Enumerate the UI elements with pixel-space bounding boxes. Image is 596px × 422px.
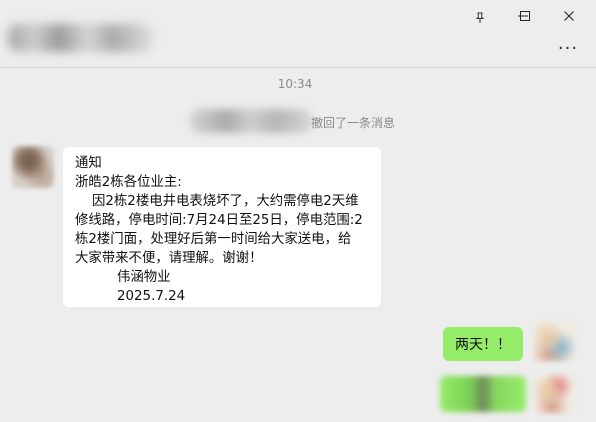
close-button[interactable] [552,0,586,32]
notice-salutation: 浙皓2栋各位业主: [75,175,182,190]
notice-heading: 通知 [75,156,102,171]
notice-date: 2025.7.24 [117,289,186,304]
title-bar: ··· [0,0,596,68]
sender-avatar[interactable] [12,146,54,188]
notice-body-line: 栋2楼门面，处理好后第一时间给大家送电，给 [75,232,352,247]
chat-title-blurred [8,24,153,52]
message-timestamp: 10:34 [277,77,313,91]
more-icon: ··· [557,37,579,59]
recall-sender-blurred [190,109,312,133]
self-avatar[interactable] [533,374,575,414]
more-options-button[interactable]: ··· [550,34,586,62]
reply-text: 两天！！ [455,337,511,353]
pin-icon[interactable] [458,2,502,34]
notice-signature: 伟涵物业 [117,270,171,285]
reply-message-blurred[interactable] [440,376,526,412]
notice-message-bubble[interactable]: 通知 浙皓2栋各位业主: 因2栋2楼电井电表烧坏了，大约需停电2天维 修线路，停… [63,147,381,307]
notice-body-line: 大家带来不便，请理解。谢谢！ [75,251,263,266]
reply-message-bubble[interactable]: 两天！！ [443,327,523,361]
recall-notice: 撤回了一条消息 [190,108,410,136]
recall-text: 撤回了一条消息 [311,116,396,130]
self-avatar[interactable] [533,320,575,362]
maximize-button[interactable] [502,0,548,32]
notice-body-line: 修线路，停电时间:7月24日至25日，停电范围:2 [75,213,363,228]
notice-body-line: 因2栋2楼电井电表烧坏了，大约需停电2天维 [92,194,359,209]
